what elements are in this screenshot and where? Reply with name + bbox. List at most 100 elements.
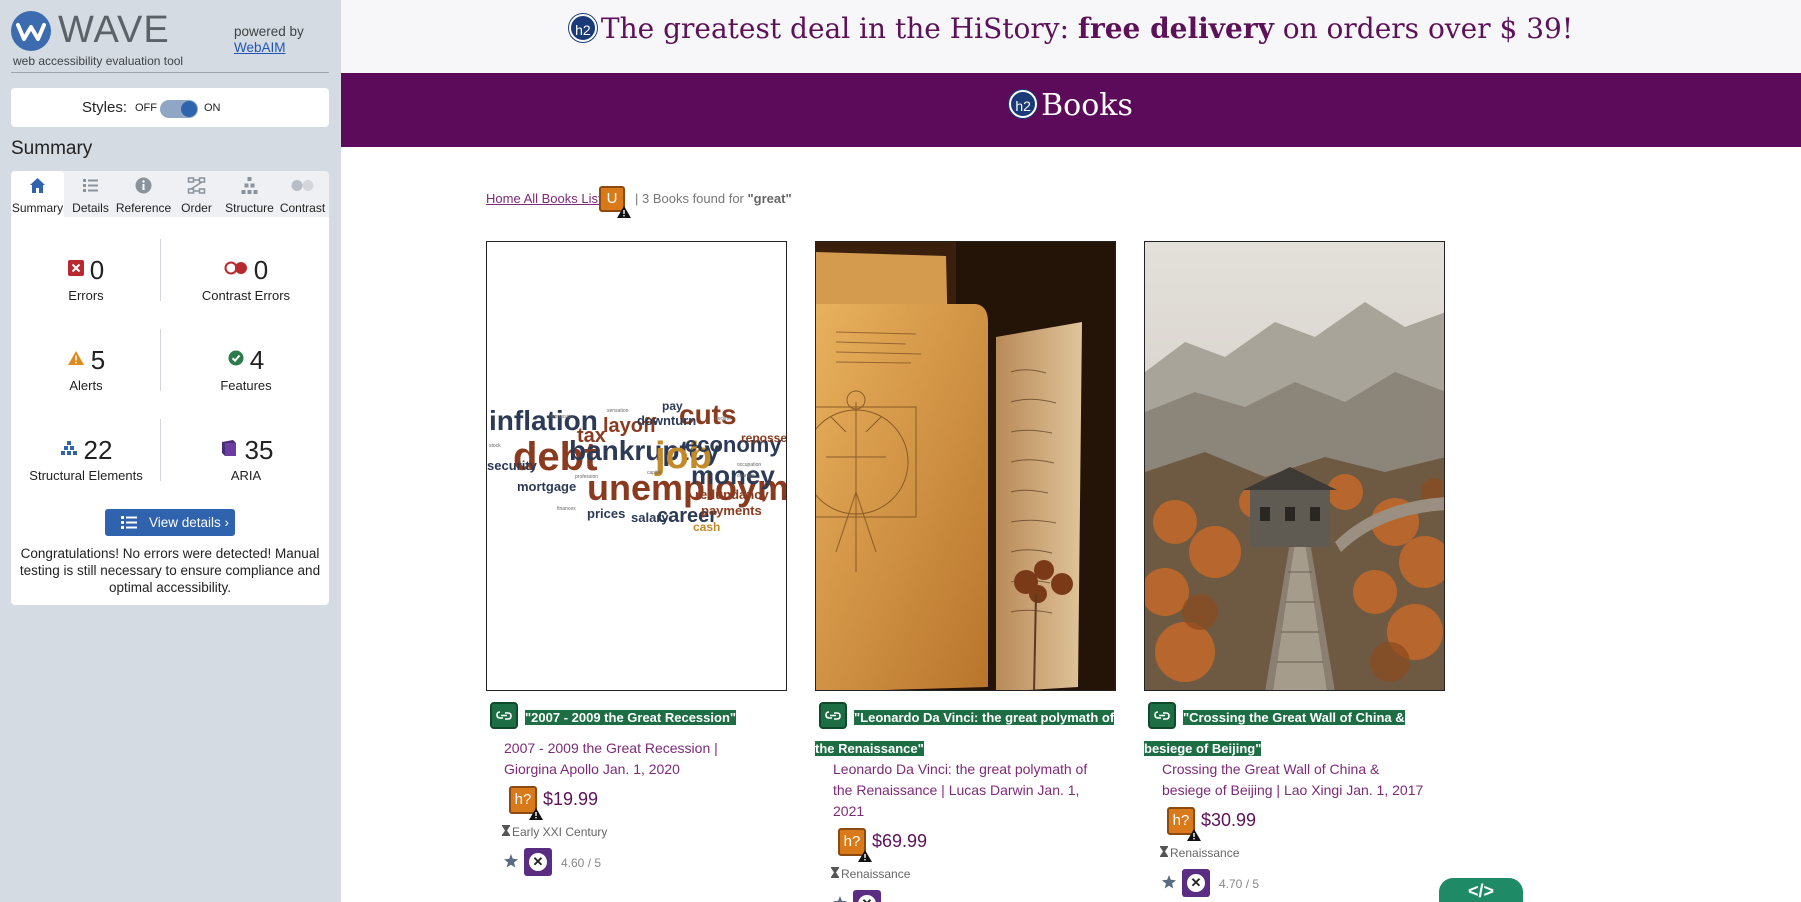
era-label: Early XXI Century <box>512 825 608 839</box>
svg-text:decline: decline <box>715 416 731 422</box>
home-icon <box>30 178 45 193</box>
book-price: $69.99 <box>872 831 928 851</box>
promo-banner: h2 The greatest deal in the HiStory: free… <box>341 0 1801 73</box>
book-cover-image[interactable] <box>815 241 1116 691</box>
alert-icon <box>67 350 85 371</box>
book-title: "Leonardo Da Vinci: the great polymath o… <box>815 710 1115 756</box>
book-meta[interactable]: Leonardo Da Vinci: the great polymath of… <box>833 759 1103 822</box>
book-cover-image[interactable] <box>1144 241 1445 691</box>
promo-suffix: on orders over $ 39! <box>1273 12 1574 45</box>
aria-hidden-icon[interactable]: ✕ <box>1182 869 1210 897</box>
structural-stat[interactable]: 22 Structural Elements <box>11 435 161 483</box>
era-label: Renaissance <box>1170 846 1240 860</box>
tab-contrast[interactable]: Contrast <box>276 171 329 217</box>
warning-icon <box>617 206 631 218</box>
styles-label: Styles: <box>82 99 128 116</box>
heading-alert-icon[interactable]: h? <box>1167 807 1201 841</box>
heading-alert-icon[interactable]: h? <box>509 786 543 820</box>
book-rating: 4.70 / 5 <box>1219 877 1260 891</box>
promo-bold: free delivery <box>1077 12 1274 45</box>
breadcrumb-link[interactable]: Home All Books List <box>486 191 602 206</box>
heading-alert-icon[interactable]: h? <box>838 828 872 862</box>
warning-icon <box>858 850 872 862</box>
link-feature-icon[interactable] <box>490 702 518 729</box>
svg-text:capital: capital <box>647 470 661 476</box>
word-cloud-word: pay <box>662 399 683 413</box>
list-icon <box>83 179 98 192</box>
info-icon <box>135 177 152 194</box>
h2-marker-icon[interactable]: h2 <box>1009 90 1038 118</box>
tab-label: Order <box>181 201 212 215</box>
promo-prefix: The greatest deal in the HiStory: <box>600 12 1078 45</box>
book-era: Renaissance <box>831 867 910 881</box>
alerts-count: 5 <box>90 345 106 375</box>
code-toggle-button[interactable]: </> <box>1439 878 1523 902</box>
warning-icon <box>529 808 543 820</box>
h2-marker-icon[interactable]: h2 <box>568 13 597 42</box>
hourglass-icon <box>502 825 510 839</box>
badge-text: h? <box>1172 812 1190 829</box>
contrast-errors-stat[interactable]: 0 Contrast Errors <box>171 255 321 303</box>
wave-title: WAVE <box>58 9 170 51</box>
tab-summary[interactable]: Summary <box>11 171 64 217</box>
badge-text: h? <box>514 791 532 808</box>
tab-structure[interactable]: Structure <box>223 171 276 217</box>
era-label: Renaissance <box>841 867 911 881</box>
toggle-knob <box>181 101 197 117</box>
errors-stat[interactable]: 0 Errors <box>11 255 161 303</box>
aria-hidden-icon[interactable]: ✕ <box>524 848 552 876</box>
book-era: Early XXI Century <box>502 825 607 839</box>
book-title-link[interactable]: "Leonardo Da Vinci: the great polymath o… <box>815 702 1116 764</box>
underline-alert-icon[interactable]: U <box>599 186 631 218</box>
hourglass-icon <box>1160 846 1168 860</box>
badge-text: h? <box>843 833 861 850</box>
divider <box>11 72 329 73</box>
section-title: h2 Books <box>341 88 1801 123</box>
svg-text:charges: charges <box>737 473 755 479</box>
view-details-button[interactable]: View details › <box>105 509 235 536</box>
word-cloud-word: prices <box>587 506 625 521</box>
hourglass-icon <box>831 867 839 881</box>
book-title-link[interactable]: "2007 - 2009 the Great Recession" <box>525 702 785 733</box>
styles-on-label: ON <box>204 102 221 114</box>
tab-label: Structure <box>225 201 274 215</box>
word-cloud-word: downturn <box>637 413 696 428</box>
svg-text:stock: stock <box>489 443 501 449</box>
books-heading: Books <box>1041 88 1133 123</box>
list-icon <box>121 516 137 529</box>
svg-text:finances: finances <box>557 506 576 512</box>
view-details-label: View details › <box>149 515 230 530</box>
tab-reference[interactable]: Reference <box>116 171 171 217</box>
styles-toggle[interactable] <box>160 100 198 118</box>
wave-logo-icon[interactable] <box>11 11 51 51</box>
alerts-stat[interactable]: 5 Alerts <box>11 345 161 393</box>
order-icon <box>187 177 206 194</box>
contrast-error-icon <box>224 261 248 280</box>
wave-sidebar: WAVE web accessibility evaluation tool p… <box>0 0 341 902</box>
book-cover-image[interactable]: inflation debt bankruptcy job economy cu… <box>486 241 787 691</box>
page-content: h2 The greatest deal in the HiStory: free… <box>341 0 1801 902</box>
tab-details[interactable]: Details <box>64 171 117 217</box>
features-stat[interactable]: 4 Features <box>171 345 321 393</box>
powered-by-label: powered by <box>234 24 304 39</box>
svg-text:depression: depression <box>549 414 574 420</box>
styles-off-label: OFF <box>135 102 157 114</box>
aria-stat[interactable]: 35 ARIA <box>171 435 321 483</box>
book-rating: 4.60 / 5 <box>561 856 602 870</box>
results-prefix: | 3 Books found for <box>635 191 748 206</box>
word-cloud-word: mortgage <box>517 479 576 494</box>
tab-order[interactable]: Order <box>170 171 223 217</box>
book-title-link[interactable]: "Crossing the Great Wall of China & besi… <box>1144 702 1445 764</box>
section-header: h2 Books <box>341 73 1801 147</box>
word-cloud-word: security <box>487 458 538 473</box>
book-price: $19.99 <box>543 789 599 809</box>
errors-label: Errors <box>68 288 104 303</box>
book-meta[interactable]: 2007 - 2009 the Great Recession | Giorgi… <box>504 738 774 780</box>
book-meta[interactable]: Crossing the Great Wall of China & besie… <box>1162 759 1432 801</box>
aria-hidden-icon[interactable]: ✕ <box>853 890 881 902</box>
webaim-link[interactable]: WebAIM <box>234 40 286 55</box>
star-icon <box>1162 875 1176 889</box>
aria-label: ARIA <box>230 468 262 483</box>
word-cloud-word: repossession <box>741 431 787 445</box>
aria-icon <box>219 438 239 463</box>
